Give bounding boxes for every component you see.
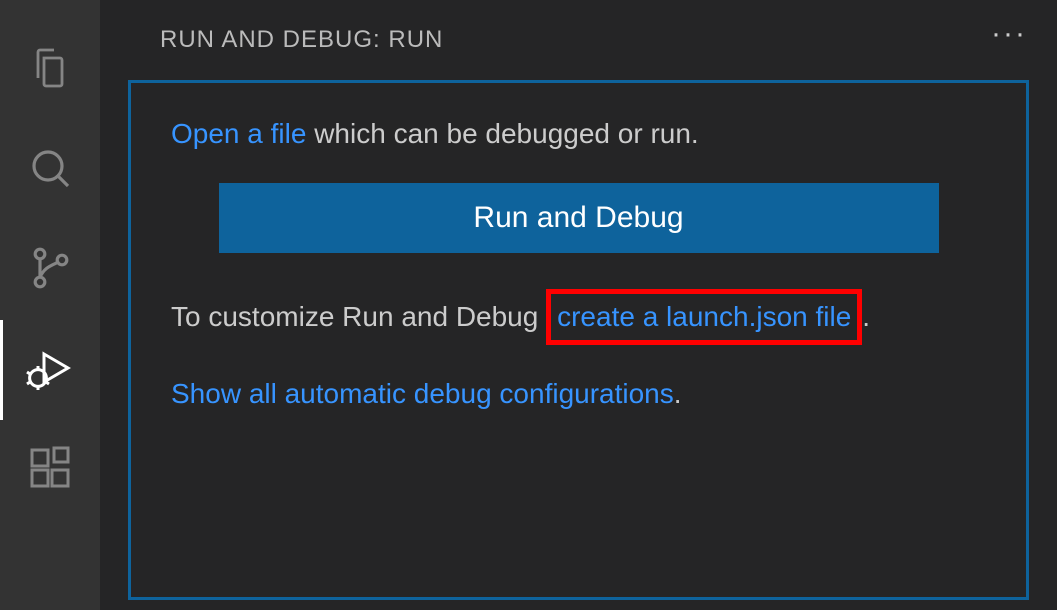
explorer-icon — [26, 44, 74, 97]
more-actions-button[interactable]: ··· — [991, 19, 1027, 61]
panel-header: RUN AND DEBUG: RUN ··· — [100, 0, 1057, 80]
run-and-debug-panel: RUN AND DEBUG: RUN ··· Open a file which… — [100, 0, 1057, 610]
run-and-debug-button[interactable]: Run and Debug — [219, 183, 939, 253]
activity-bar — [0, 0, 100, 610]
activity-explorer[interactable] — [0, 20, 100, 120]
panel-title: RUN AND DEBUG: RUN — [160, 26, 443, 54]
activity-search[interactable] — [0, 120, 100, 220]
panel-body: Open a file which can be debugged or run… — [128, 80, 1029, 600]
show-all-period: . — [674, 378, 682, 409]
activity-source-control[interactable] — [0, 220, 100, 320]
source-control-icon — [26, 244, 74, 297]
show-all-line: Show all automatic debug configurations. — [171, 373, 986, 415]
run-button-wrap: Run and Debug — [171, 183, 986, 253]
activity-run-and-debug[interactable] — [0, 320, 100, 420]
open-file-line: Open a file which can be debugged or run… — [171, 113, 986, 155]
create-launch-json-link[interactable]: create a launch.json file — [546, 289, 862, 345]
customize-line: To customize Run and Debug create a laun… — [171, 289, 986, 345]
run-and-debug-icon — [26, 344, 74, 397]
app-root: RUN AND DEBUG: RUN ··· Open a file which… — [0, 0, 1057, 610]
extensions-icon — [26, 444, 74, 497]
customize-lead: To customize Run and Debug — [171, 301, 546, 332]
customize-period: . — [862, 301, 870, 332]
open-file-link[interactable]: Open a file — [171, 118, 306, 149]
search-icon — [26, 144, 74, 197]
activity-extensions[interactable] — [0, 420, 100, 520]
open-file-tail: which can be debugged or run. — [306, 118, 698, 149]
show-all-configs-link[interactable]: Show all automatic debug configurations — [171, 378, 674, 409]
